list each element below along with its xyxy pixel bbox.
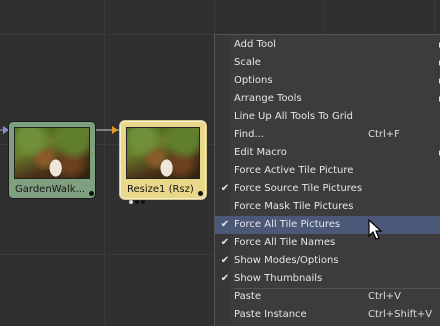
menu-item-label: Options (234, 75, 273, 86)
node-thumbnail (126, 127, 200, 179)
menu-item-force-active-tile-picture[interactable]: Force Active Tile Picture (215, 162, 440, 180)
menu-item-label: Arrange Tools (234, 93, 302, 104)
node-thumbnail (14, 127, 90, 179)
node-resize1[interactable]: Resize1 (Rsz) (120, 121, 206, 199)
menu-item-scale[interactable]: Scale (215, 54, 440, 72)
menu-item-show-thumbnails[interactable]: ✔ Show Thumbnails (215, 270, 440, 288)
menu-item-shortcut: Ctrl+F (368, 129, 400, 140)
menu-item-label: Paste (234, 291, 261, 302)
menu-item-options[interactable]: Options (215, 72, 440, 90)
menu-item-label: Force All Tile Pictures (234, 219, 341, 230)
mode-dot-icon[interactable] (135, 200, 139, 204)
checkmark-icon: ✔ (220, 183, 230, 194)
menu-item-add-tool[interactable]: Add Tool (215, 36, 440, 54)
node-gardenwalk[interactable]: GardenWalk... (8, 121, 96, 199)
node-output-dot-icon (198, 191, 203, 196)
menu-item-show-modes-options[interactable]: ✔ Show Modes/Options (215, 252, 440, 270)
menu-item-shortcut: Ctrl+V (368, 291, 402, 302)
mode-dot-icon[interactable] (141, 200, 145, 204)
menu-item-label: Force Mask Tile Pictures (234, 201, 354, 212)
menu-item-label: Force Source Tile Pictures (234, 183, 363, 194)
menu-item-label: Show Modes/Options (234, 255, 339, 266)
menu-item-edit-macro[interactable]: Edit Macro (215, 144, 440, 162)
menu-item-label: Show Thumbnails (234, 273, 323, 284)
menu-item-label: Line Up All Tools To Grid (234, 111, 353, 122)
menu-item-arrange-tools[interactable]: Arrange Tools (215, 90, 440, 108)
checkmark-icon: ✔ (220, 219, 230, 230)
checkmark-icon: ✔ (220, 255, 230, 266)
output-triangle-icon[interactable] (112, 126, 118, 134)
menu-item-line-up-tools[interactable]: Line Up All Tools To Grid (215, 108, 440, 126)
menu-item-paste-instance[interactable]: Paste Instance Ctrl+Shift+V (215, 306, 440, 324)
menu-item-shortcut: Ctrl+Shift+V (368, 309, 433, 320)
menu-item-label: Add Tool (234, 39, 276, 50)
menu-item-force-all-tile-names[interactable]: ✔ Force All Tile Names (215, 234, 440, 252)
menu-item-label: Force Active Tile Picture (234, 165, 354, 176)
context-menu: Add Tool Scale Options Arrange Tools Lin… (214, 34, 440, 326)
mode-dot-icon[interactable] (129, 200, 133, 204)
menu-item-label: Force All Tile Names (234, 237, 336, 248)
menu-item-force-mask-tile-pictures[interactable]: Force Mask Tile Pictures (215, 198, 440, 216)
menu-item-find[interactable]: Find... Ctrl+F (215, 126, 440, 144)
menu-item-paste[interactable]: Paste Ctrl+V (215, 288, 440, 306)
menu-item-force-source-tile-pictures[interactable]: ✔ Force Source Tile Pictures (215, 180, 440, 198)
mouse-pointer-icon (368, 219, 383, 240)
menu-item-label: Edit Macro (234, 147, 287, 158)
node-label: Resize1 (Rsz) (127, 184, 194, 195)
checkmark-icon: ✔ (220, 237, 230, 248)
menu-item-label: Scale (234, 57, 261, 68)
node-output-dot-icon (89, 191, 94, 196)
menu-item-label: Paste Instance (234, 309, 307, 320)
menu-item-label: Find... (234, 129, 265, 140)
menu-item-force-all-tile-pictures[interactable]: ✔ Force All Tile Pictures (215, 216, 440, 234)
checkmark-icon: ✔ (220, 273, 230, 284)
node-label: GardenWalk... (15, 184, 86, 195)
